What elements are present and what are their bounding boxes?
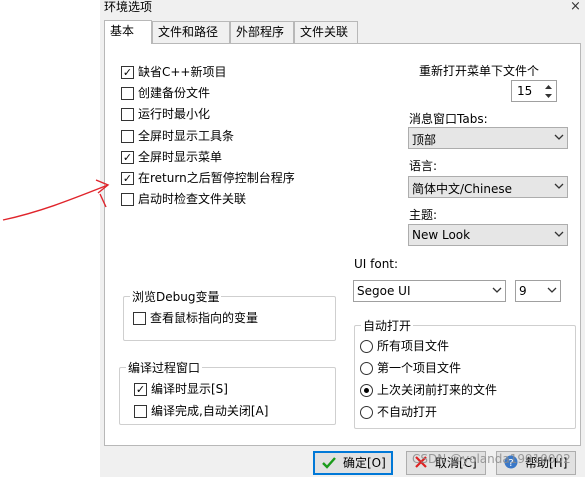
- annotation-arrow: [2, 179, 110, 221]
- tab-basic[interactable]: 基本: [104, 20, 152, 44]
